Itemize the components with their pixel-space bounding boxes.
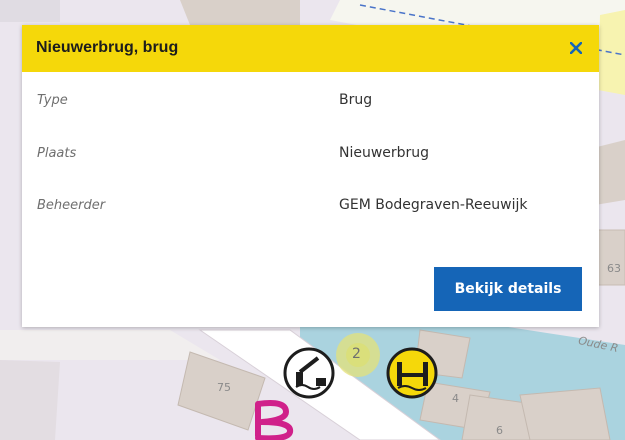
attribute-label: Plaats	[37, 146, 77, 161]
attribute-value: GEM Bodegraven-Reeuwijk	[339, 197, 528, 213]
feature-popup: Nieuwerbrug, brug Type Brug Plaats Nieuw…	[22, 25, 599, 327]
house-number-75: 75	[217, 381, 231, 394]
popup-header: Nieuwerbrug, brug	[22, 25, 599, 72]
attribute-row-plaats: Plaats Nieuwerbrug	[22, 144, 599, 168]
bridge-closed-icon	[283, 347, 335, 399]
attribute-row-beheerder: Beheerder GEM Bodegraven-Reeuwijk	[22, 196, 599, 220]
attribute-value: Brug	[339, 92, 373, 108]
house-number-4: 4	[452, 392, 459, 405]
house-number-6: 6	[496, 424, 503, 437]
view-details-button[interactable]: Bekijk details	[434, 267, 582, 311]
attribute-label: Beheerder	[37, 198, 106, 213]
close-icon	[570, 42, 582, 54]
popup-title: Nieuwerbrug, brug	[36, 39, 179, 56]
house-number-63: 63	[607, 262, 621, 275]
cluster-count[interactable]: 2	[352, 346, 361, 362]
close-button[interactable]	[563, 35, 589, 61]
attribute-value: Nieuwerbrug	[339, 145, 430, 161]
attribute-row-type: Type Brug	[22, 91, 599, 115]
attribute-label: Type	[37, 93, 68, 108]
bridge-open-icon	[386, 347, 438, 399]
